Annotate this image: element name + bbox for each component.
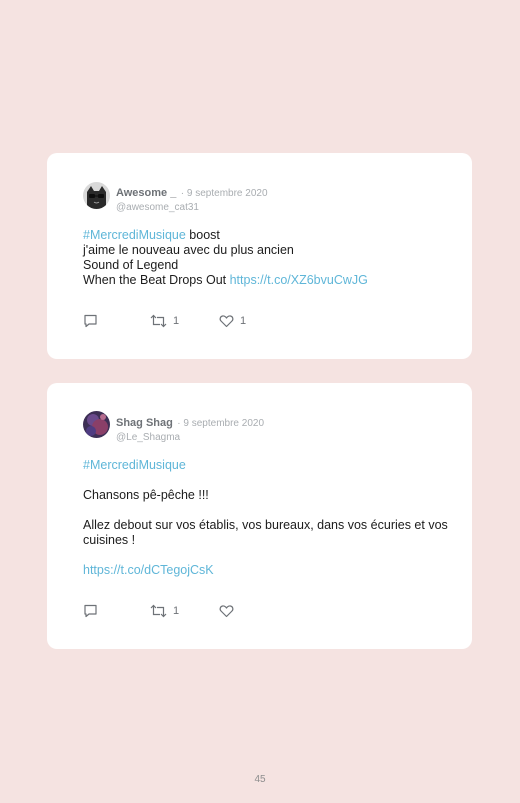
tweet-actions: 1 <box>83 604 283 620</box>
reply-icon <box>84 314 97 328</box>
tweet-header: Shag Shag · 9 septembre 2020 @Le_Shagma <box>116 413 452 443</box>
tweet-header: Awesome _ · 9 septembre 2020 @awesome_ca… <box>116 183 452 213</box>
hashtag-link[interactable]: #MercrediMusique <box>83 458 448 473</box>
like-count: 1 <box>240 315 247 327</box>
reply-button[interactable] <box>83 314 98 328</box>
like-button[interactable]: 1 <box>219 314 246 328</box>
retweet-icon <box>150 314 167 328</box>
retweet-icon <box>150 604 167 618</box>
tweet-link[interactable]: https://t.co/dCTegojCsK <box>83 563 448 578</box>
reply-icon <box>84 604 97 618</box>
heart-icon <box>219 605 234 618</box>
tweet-date: · 9 septembre 2020 <box>177 418 265 429</box>
retweet-count: 1 <box>173 605 180 617</box>
tweet-text: Chansons pê-pêche !!! <box>83 488 209 502</box>
retweet-count: 1 <box>173 315 180 327</box>
author-handle[interactable]: @Le_Shagma <box>116 432 452 443</box>
tweet-line: #MercrediMusique boost <box>83 228 448 243</box>
tweet-text: j'aime le nouveau avec du plus ancien <box>83 243 294 257</box>
tweet-text: When the Beat Drops Out <box>83 273 230 287</box>
avatar[interactable] <box>83 182 110 209</box>
tweet-text: Sound of Legend <box>83 258 179 272</box>
cat-avatar-icon <box>83 182 110 209</box>
like-button[interactable] <box>219 604 240 618</box>
tweet-body: #MercrediMusique boost j'aime le nouveau… <box>83 228 448 288</box>
profile-avatar-icon <box>83 411 110 438</box>
tweet-link[interactable]: https://t.co/XZ6bvuCwJG <box>230 273 368 287</box>
tweet-card: Awesome _ · 9 septembre 2020 @awesome_ca… <box>47 153 472 359</box>
heart-icon <box>219 315 234 328</box>
tweet-card: Shag Shag · 9 septembre 2020 @Le_Shagma … <box>47 383 472 649</box>
tweet-actions: 1 1 <box>83 314 283 330</box>
tweet-text: boost <box>185 228 220 242</box>
tweet-date: · 9 septembre 2020 <box>180 188 268 199</box>
retweet-button[interactable]: 1 <box>150 604 179 618</box>
tweet-line: When the Beat Drops Out https://t.co/XZ6… <box>83 273 448 288</box>
page-number: 45 <box>254 774 266 785</box>
author-handle[interactable]: @awesome_cat31 <box>116 202 452 213</box>
tweet-body: #MercrediMusique Chansons pê-pêche !!! A… <box>83 458 448 578</box>
reply-button[interactable] <box>83 604 98 618</box>
author-name[interactable]: Shag Shag <box>116 417 173 429</box>
author-name[interactable]: Awesome _ <box>116 187 176 199</box>
hashtag-link[interactable]: #MercrediMusique <box>83 228 186 242</box>
tweet-text: Allez debout sur vos établis, vos bureau… <box>83 518 448 547</box>
retweet-button[interactable]: 1 <box>150 314 179 328</box>
avatar[interactable] <box>83 411 110 438</box>
